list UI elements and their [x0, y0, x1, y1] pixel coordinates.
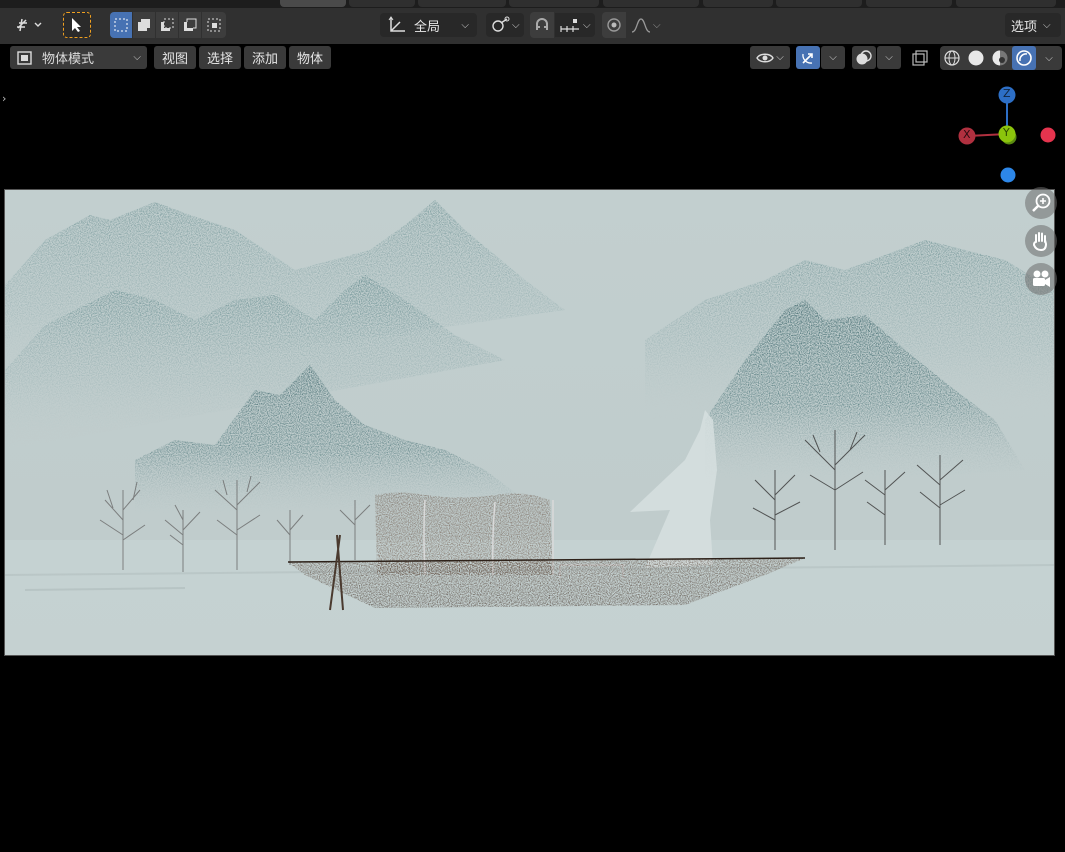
rendered-shading-icon: [1016, 50, 1032, 66]
camera-view-render[interactable]: [4, 189, 1055, 656]
shading-mode-group: ⌵: [940, 46, 1062, 70]
workspace-tab[interactable]: [509, 0, 599, 7]
proportional-edit-toggle[interactable]: [602, 12, 626, 38]
chevron-down-icon: ⌵: [885, 52, 893, 63]
gizmo-z-label: Z: [1003, 87, 1011, 100]
eye-icon: [756, 53, 775, 62]
options-label: 选项: [1011, 19, 1038, 35]
chevron-down-icon: ⌵: [133, 52, 141, 63]
wireframe-shading-icon: [944, 50, 960, 66]
object-mode-dropdown[interactable]: 物体模式 ⌵: [10, 46, 147, 69]
workspace-tab[interactable]: [956, 0, 1056, 7]
chevron-down-icon: ⌵: [1045, 52, 1053, 64]
chevron-down-icon: ⌵: [583, 19, 591, 31]
gizmo-x-label: X: [963, 128, 971, 141]
proportional-edit-icon: [607, 18, 621, 32]
overlays-icon: [856, 49, 872, 64]
select-difference-icon: [184, 18, 197, 31]
gizmo-toggle-button[interactable]: [796, 46, 820, 69]
workspace-tab[interactable]: [866, 0, 952, 7]
select-tool-button[interactable]: [63, 12, 91, 38]
menu-select[interactable]: 选择: [199, 46, 241, 69]
transform-pivot-icon: [492, 16, 510, 32]
navigation-gizmo[interactable]: Z X Y: [950, 82, 1060, 187]
workspace-tab[interactable]: [703, 0, 773, 7]
falloff-curve-icon: [631, 18, 651, 33]
workspace-tab[interactable]: [418, 0, 506, 7]
proportional-falloff-dropdown[interactable]: ⌵: [627, 13, 665, 37]
select-mode-new-button[interactable]: [110, 12, 132, 38]
chevron-down-icon: ⌵: [829, 52, 837, 63]
overlays-toggle-button[interactable]: [852, 46, 876, 69]
gizmo-y-label: Y: [1003, 126, 1010, 139]
xray-toggle-button[interactable]: [908, 46, 932, 69]
transform-orientation-icon: [388, 16, 405, 32]
workspace-tab[interactable]: [776, 0, 862, 7]
ink-landscape-scene: [5, 190, 1054, 655]
rendered-shading-button[interactable]: [1012, 46, 1036, 70]
select-subtract-icon: [161, 18, 174, 31]
select-mode-intersect-button[interactable]: [202, 12, 226, 38]
material-shading-icon: [992, 50, 1008, 66]
menu-add[interactable]: 添加: [244, 46, 286, 69]
menu-view[interactable]: 视图: [154, 46, 196, 69]
chevron-down-icon: ⌵: [776, 52, 784, 63]
object-mode-label: 物体模式: [42, 52, 95, 67]
chevron-down-icon: ⌵: [512, 19, 520, 31]
select-intersect-icon: [207, 18, 221, 32]
select-mode-extend-button[interactable]: [133, 12, 155, 38]
workspace-tab-active[interactable]: [280, 0, 346, 7]
tweak-tool-icon: [17, 18, 42, 32]
select-extend-icon: [138, 19, 150, 31]
menu-object[interactable]: 物体: [289, 46, 331, 69]
visibility-dropdown[interactable]: ⌵: [750, 46, 790, 69]
gizmo-options-dropdown[interactable]: ⌵: [821, 46, 845, 69]
zoom-button[interactable]: [1025, 187, 1057, 219]
solid-shading-icon: [968, 50, 984, 66]
xray-icon: [912, 49, 928, 66]
shading-options-dropdown[interactable]: ⌵: [1036, 46, 1062, 70]
snap-target-dropdown[interactable]: ⌵: [555, 13, 595, 37]
wireframe-shading-button[interactable]: [940, 46, 964, 70]
overlays-options-dropdown[interactable]: ⌵: [877, 46, 901, 69]
workspace-tabs-strip: [0, 0, 1065, 8]
snap-increment-icon: [560, 19, 579, 32]
tweak-tool-dropdown[interactable]: [8, 12, 50, 38]
cursor-select-icon: [72, 18, 81, 32]
object-mode-icon: [17, 50, 32, 65]
transform-orientation-dropdown[interactable]: 全局 ⌵: [380, 13, 477, 37]
workspace-tab[interactable]: [349, 0, 415, 7]
toolbar-expand-arrow[interactable]: ›: [2, 92, 6, 105]
snap-toggle-button[interactable]: [530, 12, 554, 38]
camera-view-icon: [1033, 270, 1050, 287]
chevron-down-icon: ⌵: [1043, 19, 1051, 31]
select-box-icon: [114, 18, 128, 32]
snap-icon: [536, 18, 548, 30]
gizmo-toggle-icon: [802, 52, 813, 64]
solid-shading-button[interactable]: [964, 46, 988, 70]
chevron-down-icon: ⌵: [461, 19, 469, 31]
camera-view-button[interactable]: [1025, 263, 1057, 295]
workspace-tab[interactable]: [603, 0, 699, 7]
pan-hand-icon: [1032, 232, 1048, 252]
viewport-header: 物体模式 ⌵ 视图 选择 添加 物体 ⌵ ⌵ ⌵ ⌵: [0, 44, 1065, 72]
pivot-point-dropdown[interactable]: ⌵: [486, 13, 524, 37]
transform-orientation-value: 全局: [414, 19, 441, 35]
zoom-icon: [1032, 193, 1051, 212]
material-shading-button[interactable]: [988, 46, 1012, 70]
select-mode-subtract-button[interactable]: [156, 12, 178, 38]
tool-header: 全局 ⌵ ⌵ ⌵ ⌵ 选项 ⌵: [0, 8, 1065, 44]
options-dropdown[interactable]: 选项 ⌵: [1005, 13, 1061, 37]
pan-button[interactable]: [1025, 225, 1057, 257]
select-mode-difference-button[interactable]: [179, 12, 201, 38]
chevron-down-icon: ⌵: [653, 19, 661, 31]
